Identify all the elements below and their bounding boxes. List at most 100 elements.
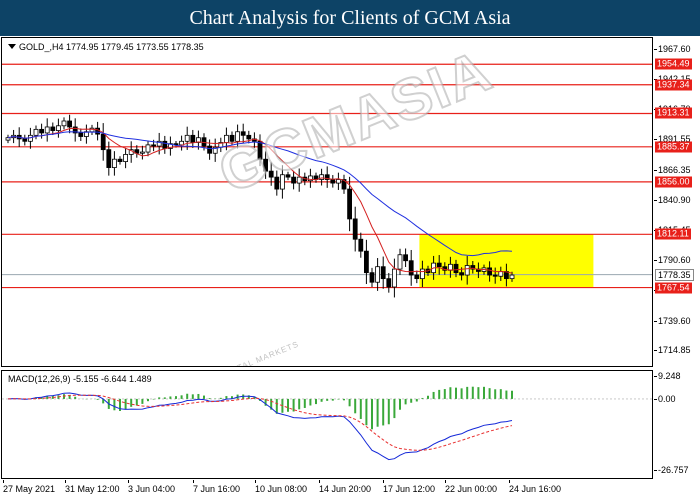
level-price-label: 1812.11 [655,228,691,240]
macd-main-line [7,392,513,461]
candle-body [207,145,213,154]
macd-info-text: MACD(12,26,9) -5.155 -6.644 1.489 [8,374,152,384]
candle-body [419,268,425,280]
candle-body [414,274,420,280]
price-chart-canvas [2,63,652,298]
candle-body [117,158,123,163]
level-price-label: 1913.31 [655,107,692,119]
macd-canvas [2,386,652,461]
candle-body [184,134,190,142]
price-tick-label: 1967.60 [654,43,691,54]
candle-body [397,254,403,270]
candle-body [33,128,39,136]
candle-body [403,254,409,262]
candle-body [263,158,269,172]
candle-body [95,127,100,135]
price-axis[interactable]: 1967.601942.151916.701891.551866.351840.… [654,37,700,369]
candle-body [380,266,386,280]
candle-body [100,133,106,151]
candle-body [67,120,72,128]
candle-body [291,176,297,184]
macd-tick-label: 0.00 [654,393,676,404]
candle-body [223,134,229,143]
price-chart-pane[interactable]: GCMASIA GLOBAL CAPITAL MARKETS GOLD_,H4 … [1,37,653,367]
candle-body [235,131,241,142]
candle-body [453,263,459,274]
current-price-label: 1778.35 [655,268,694,281]
candle-body [22,138,28,142]
candle-body [391,268,397,288]
candle-body [274,176,280,190]
candle-body [352,218,358,240]
candle-body [375,266,381,283]
candle-body [106,149,112,168]
candle-body [50,126,56,131]
time-tick-label: 14 Jun 20:00 [319,480,372,494]
candle-body [61,120,67,127]
candle-body [509,274,515,280]
candle-body [268,170,274,178]
candle-body [123,154,128,163]
candle-body [145,144,151,153]
candle-body [162,140,168,149]
candle-body [498,271,504,277]
macd-tick-label: 9.248 [654,371,681,381]
candle-body [459,272,465,276]
price-tick-label: 1866.35 [654,164,691,175]
candle-body [436,262,442,268]
price-tick-label: 1714.85 [654,345,691,356]
candle-body [246,134,252,140]
candle-body [464,265,470,276]
time-tick-label: 3 Jun 04:00 [128,480,176,494]
candle-body [363,250,369,274]
candle-body [386,278,392,288]
candle-body [492,274,498,277]
candle-body [44,126,50,134]
candle-body [151,144,157,147]
level-price-label: 1767.54 [655,282,692,294]
macd-signal-line [7,394,513,451]
price-tick-label: 1739.60 [654,315,691,326]
symbol-ohlc-info: GOLD_,H4 1774.95 1779.45 1773.55 1778.35 [8,42,204,52]
candle-body [39,128,44,134]
time-axis[interactable]: 27 May 2021 31 May 12:00 3 Jun 04:00 7 Jun … [1,480,653,500]
level-price-label: 1885.37 [655,141,692,153]
level-price-label: 1856.00 [655,176,692,188]
candle-body [487,267,493,276]
candle-body [240,131,246,136]
candle-body [229,134,235,142]
banner-title: Chart Analysis for Clients of GCM Asia [0,0,700,36]
candle-body [56,125,61,131]
candle-body [296,176,302,184]
price-tick-label: 1840.90 [654,194,691,205]
time-tick-label: 7 Jun 16:00 [193,480,241,494]
candle-body [139,151,145,154]
time-tick-label: 10 Jun 08:00 [255,480,308,494]
candle-body [369,272,375,283]
macd-axis[interactable]: 9.248 0.00 -26.757 [654,370,700,480]
dropdown-triangle-icon[interactable] [8,44,16,49]
time-tick-label: 27 May 2021 [3,480,56,494]
candle-body [5,137,11,141]
candle-body [347,188,353,220]
price-tick-label: 1790.60 [654,255,691,265]
time-tick-label: 31 May 12:00 [65,480,120,494]
candle-body [335,179,341,184]
time-tick-label: 17 Jun 12:00 [383,480,436,494]
symbol-ohlc-text: GOLD_,H4 1774.95 1779.45 1773.55 1778.35 [19,42,204,52]
candle-body [330,179,336,184]
candle-body [285,174,291,178]
candle-body [408,260,414,276]
level-price-label: 1937.34 [655,79,692,91]
level-price-label: 1954.49 [655,58,692,70]
candle-body [190,134,196,143]
candle-body [257,140,263,160]
macd-indicator-pane[interactable]: MACD(12,26,9) -5.155 -6.644 1.489 [1,370,653,479]
macd-tick-label: -26.757 [654,465,689,475]
time-tick-label: 22 Jun 00:00 [445,480,498,494]
candle-body [78,132,84,137]
time-tick-label: 24 Jun 16:00 [509,480,562,494]
candle-body [112,158,117,168]
candle-body [358,238,364,252]
candle-body [279,174,285,190]
